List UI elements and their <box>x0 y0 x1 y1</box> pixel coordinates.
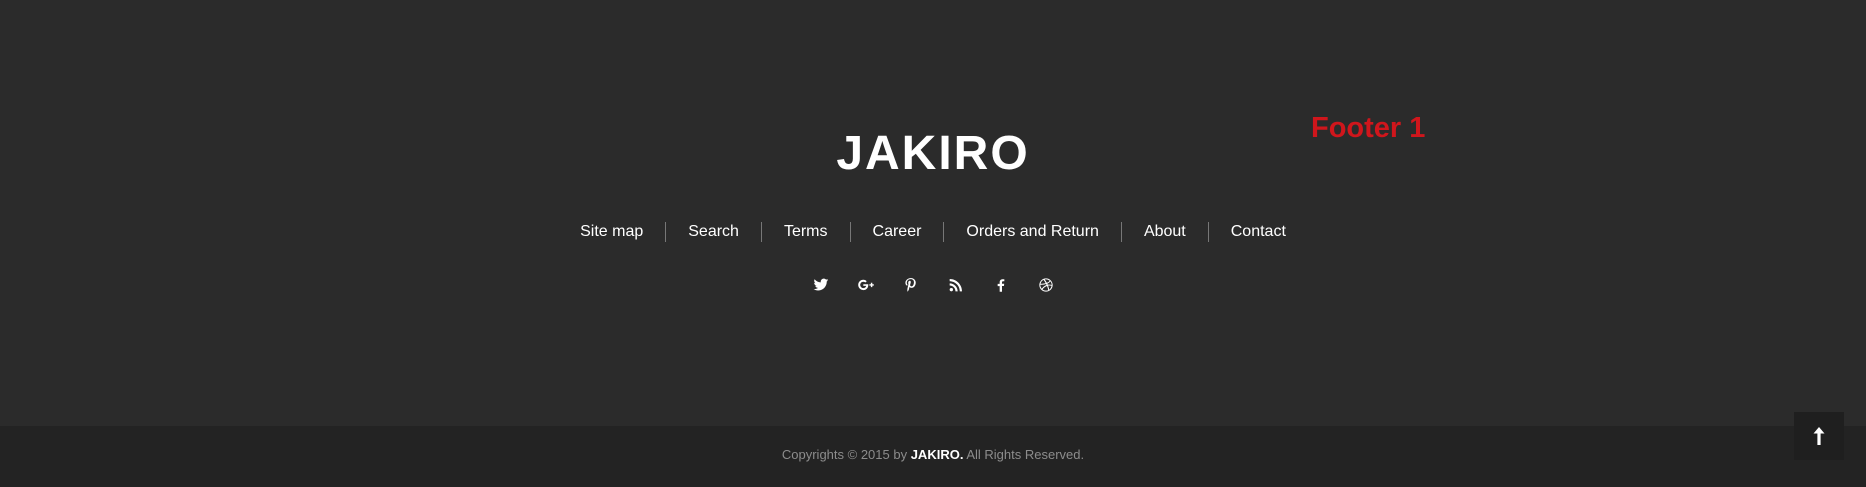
footer-nav-about[interactable]: About <box>1120 222 1208 242</box>
google-plus-icon[interactable] <box>856 275 876 295</box>
twitter-icon[interactable] <box>811 275 831 295</box>
footer-nav-terms[interactable]: Terms <box>760 222 850 242</box>
pinterest-icon[interactable] <box>901 275 921 295</box>
copyright-text: Copyrights © 2015 by JAKIRO. All Rights … <box>0 448 1866 461</box>
footer-logo[interactable]: JAKIRO <box>0 130 1866 178</box>
footer-nav-search[interactable]: Search <box>665 222 761 242</box>
rss-icon[interactable] <box>946 275 966 295</box>
footer-nav-contact[interactable]: Contact <box>1207 222 1308 242</box>
back-to-top-button[interactable] <box>1794 412 1844 460</box>
copyright-brand: JAKIRO. <box>910 447 964 462</box>
footer-nav-site-map[interactable]: Site map <box>558 222 665 242</box>
footer-nav-career[interactable]: Career <box>849 222 944 242</box>
footer-main: Footer 1 JAKIRO Site map Search Terms Ca… <box>0 0 1866 426</box>
facebook-icon[interactable] <box>991 275 1011 295</box>
arrow-up-icon <box>1813 427 1825 445</box>
footer-nav-orders-and-return[interactable]: Orders and Return <box>943 222 1121 242</box>
social-links <box>0 275 1866 295</box>
copyright-suffix: All Rights Reserved. <box>966 447 1085 462</box>
dribbble-icon[interactable] <box>1036 275 1056 295</box>
footer-nav: Site map Search Terms Career Orders and … <box>0 222 1866 242</box>
copyright-prefix: Copyrights © 2015 by <box>781 447 908 462</box>
